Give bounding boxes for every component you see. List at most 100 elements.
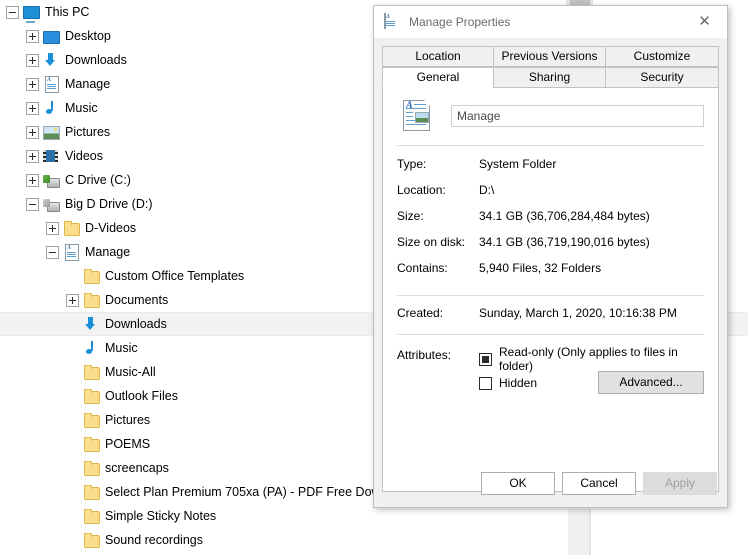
info-row-type: Type: System Folder [397, 157, 704, 183]
info-row-created: Created: Sunday, March 1, 2020, 10:16:38… [397, 306, 704, 332]
expand-icon[interactable] [66, 293, 79, 307]
tree-item-label: Pictures [105, 413, 151, 427]
cancel-button[interactable]: Cancel [562, 472, 636, 495]
tree-item-label: Manage [85, 245, 131, 259]
expand-icon[interactable] [26, 125, 39, 139]
tab-previous-versions[interactable]: Previous Versions [493, 46, 606, 67]
info-label-type: Type: [397, 157, 427, 171]
expand-icon[interactable] [26, 29, 39, 43]
tree-item-label: POEMS [105, 437, 151, 451]
info-label-created: Created: [397, 306, 444, 320]
desktop-icon [43, 28, 60, 44]
video-icon [43, 148, 59, 164]
readonly-checkbox[interactable] [479, 352, 492, 366]
expand-icon[interactable] [26, 53, 39, 67]
info-value-type: System Folder [479, 157, 557, 171]
tree-item-label: Pictures [65, 125, 111, 139]
tab-general[interactable]: General [382, 67, 494, 88]
tree-item-label: Custom Office Templates [105, 269, 245, 283]
info-label-size: Size: [397, 209, 424, 223]
advanced-button[interactable]: Advanced... [598, 371, 704, 394]
collapse-icon[interactable] [26, 197, 39, 211]
divider-top [397, 145, 704, 146]
tree-item-label: Desktop [65, 29, 111, 43]
collapse-icon[interactable] [6, 5, 19, 19]
music-note-icon [83, 340, 99, 356]
tree-item-label: Sound recordings [105, 533, 203, 547]
scrollbar-divider-lower [589, 509, 591, 555]
expand-icon[interactable] [46, 221, 59, 235]
readonly-checkbox-row[interactable]: Read-only (Only applies to files in fold… [479, 345, 704, 373]
tab-location[interactable]: Location [382, 46, 494, 67]
info-label-size-on-disk: Size on disk: [397, 235, 466, 249]
picture-icon [43, 124, 60, 140]
tree-item-label: Downloads [105, 317, 167, 331]
tab-strip: Location Previous Versions Customize Gen… [374, 38, 727, 88]
info-value-size-on-disk: 34.1 GB (36,719,190,016 bytes) [479, 235, 650, 249]
tab-security[interactable]: Security [605, 67, 719, 88]
folder-document-icon: A [403, 100, 431, 132]
tab-customize[interactable]: Customize [605, 46, 719, 67]
info-label-location: Location: [397, 183, 446, 197]
folder-name-input[interactable] [451, 105, 704, 127]
expand-icon[interactable] [26, 149, 39, 163]
divider-bottom [397, 334, 704, 335]
folder-icon [83, 364, 100, 380]
download-icon [43, 52, 59, 68]
scrollbar-track-lower[interactable] [568, 509, 589, 555]
tree-item-label: Outlook Files [105, 389, 178, 403]
close-icon[interactable]: ✕ [682, 6, 727, 37]
info-row-location: Location: D:\ [397, 183, 704, 209]
tree-item-label: Music [65, 101, 98, 115]
tree-item-label: Manage [65, 77, 111, 91]
attributes-block: Attributes: Read-only (Only applies to f… [397, 345, 704, 395]
tree-item[interactable]: Sound recordings [0, 528, 748, 552]
tab-row-bottom: General Sharing Security [382, 67, 719, 88]
folder-icon [83, 292, 100, 308]
folder-icon [83, 412, 100, 428]
tab-row-top: Location Previous Versions Customize [382, 46, 719, 67]
folder-icon [83, 460, 100, 476]
expand-icon[interactable] [26, 77, 39, 91]
dialog-title-bar[interactable]: Manage Properties ✕ [374, 6, 727, 38]
folder-icon [83, 388, 100, 404]
hidden-label: Hidden [499, 376, 538, 390]
dialog-footer: OK Cancel Apply [374, 460, 727, 507]
folder-icon [83, 484, 100, 500]
expand-icon[interactable] [26, 173, 39, 187]
divider-middle [397, 295, 704, 296]
collapse-icon[interactable] [46, 245, 59, 259]
monitor-icon [23, 4, 40, 20]
folder-name-row: A [383, 88, 718, 132]
hidden-checkbox[interactable] [479, 376, 492, 390]
tree-item-label: This PC [45, 5, 90, 19]
info-label-contains: Contains: [397, 261, 448, 275]
folder-icon [83, 436, 100, 452]
info-value-created: Sunday, March 1, 2020, 10:16:38 PM [479, 306, 677, 320]
folder-icon [83, 532, 100, 548]
info-row-contains: Contains: 5,940 Files, 32 Folders [397, 261, 704, 287]
tree-item-label: Music [105, 341, 138, 355]
document-icon [43, 76, 59, 93]
tree-item-label: Music-All [105, 365, 156, 379]
ok-button[interactable]: OK [481, 472, 555, 495]
info-row-size-on-disk: Size on disk: 34.1 GB (36,719,190,016 by… [397, 235, 704, 261]
tree-item-label: screencaps [105, 461, 169, 475]
folder-icon [63, 220, 80, 236]
expand-icon[interactable] [26, 101, 39, 115]
document-icon [384, 13, 400, 30]
document-icon [63, 244, 79, 261]
tab-sharing[interactable]: Sharing [493, 67, 606, 88]
tree-item-label: Documents [105, 293, 169, 307]
dialog-title: Manage Properties [409, 15, 511, 29]
created-table: Created: Sunday, March 1, 2020, 10:16:38… [397, 306, 704, 332]
